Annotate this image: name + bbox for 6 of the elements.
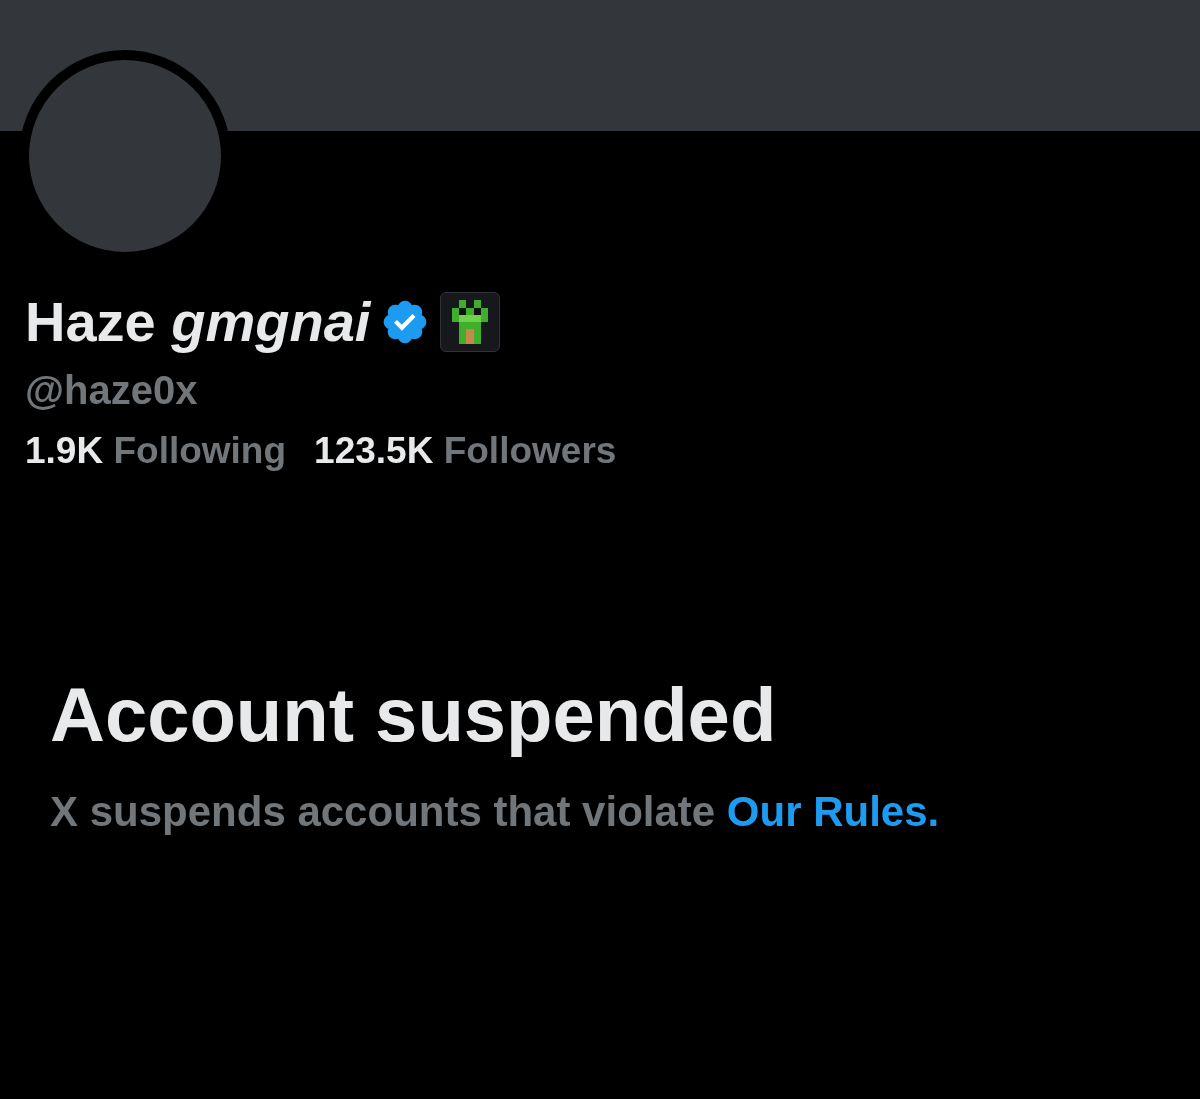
- user-handle: @haze0x: [25, 370, 199, 410]
- stat-link[interactable]: 1.9K Following: [25, 432, 287, 469]
- stat-link[interactable]: 123.5K Followers: [314, 432, 617, 469]
- frog-icon: [440, 292, 501, 352]
- rules-link[interactable]: Our Rules.: [726, 788, 940, 835]
- suspended-message: X suspends accounts that violate Our Rules.: [50, 791, 941, 833]
